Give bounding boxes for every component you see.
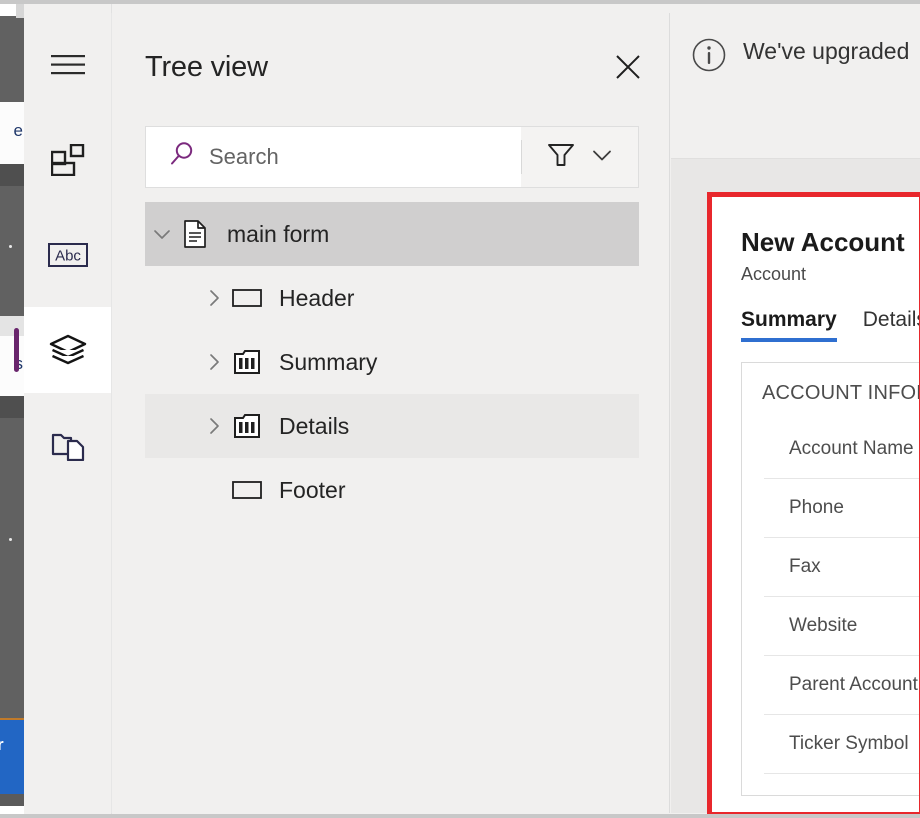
notification-bar: We've upgraded [671, 13, 920, 159]
close-button[interactable] [612, 53, 644, 85]
rail-selection-indicator [14, 328, 19, 372]
form-preview-tabs: Summary Details [741, 309, 919, 342]
form-preview-title: New Account [741, 227, 905, 257]
tree-item-header[interactable]: Header [145, 266, 639, 330]
tree-item-details[interactable]: Details [145, 394, 639, 458]
tree-view-panel: Tree view Search main form Header Summar… [111, 13, 670, 813]
form-document-icon [179, 220, 211, 248]
chevron-down-icon [589, 142, 615, 173]
columns-tab-icon [231, 412, 263, 440]
tree-item-label: Header [279, 284, 355, 311]
tree-item-list: main form Header Summary Details Footer [145, 202, 639, 522]
form-preview-subtitle: Account [741, 264, 807, 284]
section-rectangle-icon [231, 479, 263, 501]
layers-icon [49, 334, 87, 366]
expand-chevron-right-icon[interactable] [197, 415, 231, 437]
section-heading: ACCOUNT INFOR [762, 382, 920, 404]
designer-left-rail: Abc [14, 4, 112, 814]
abc-text-icon: Abc [47, 241, 88, 269]
rail-item-pages[interactable] [24, 403, 111, 489]
folder-page-icon [51, 431, 85, 461]
field-label: Website [789, 615, 858, 636]
tab-details[interactable]: Details [863, 309, 919, 342]
info-circle-icon [691, 37, 727, 78]
expand-chevron-right-icon[interactable] [197, 351, 231, 373]
rail-item-text[interactable]: Abc [24, 212, 111, 298]
search-and-filter-bar: Search [145, 126, 639, 188]
columns-tab-icon [231, 348, 263, 376]
tab-summary[interactable]: Summary [741, 309, 837, 342]
search-icon [169, 141, 196, 173]
tree-item-label: main form [227, 220, 330, 247]
filter-funnel-icon [546, 140, 576, 175]
tree-item-main-form[interactable]: main form [145, 202, 639, 266]
form-designer-screen: e s r [0, 0, 920, 818]
form-canvas-region: We've upgraded New Account Account Summa… [671, 13, 920, 814]
section-rectangle-icon [231, 287, 263, 309]
close-icon [613, 52, 643, 87]
components-grid-icon [50, 144, 85, 176]
field-label: Phone [789, 497, 844, 518]
search-placeholder: Search [209, 144, 279, 169]
field-label: Fax [789, 556, 821, 577]
tree-item-summary[interactable]: Summary [145, 330, 639, 394]
search-input[interactable]: Search [146, 127, 521, 187]
field-row[interactable]: Fax [742, 537, 919, 596]
notification-text: We've upgraded [743, 38, 910, 64]
field-label: Ticker Symbol [789, 733, 909, 754]
tree-item-label: Footer [279, 476, 346, 503]
account-information-section: ACCOUNT INFOR Account Name Phone Fax Web… [741, 362, 920, 796]
rail-item-components[interactable] [24, 117, 111, 203]
rail-item-tree-view[interactable] [14, 307, 111, 393]
form-preview-highlight: New Account Account Summary Details ACCO… [707, 192, 920, 814]
rail-item-menu[interactable] [24, 22, 111, 108]
field-row[interactable]: Parent Account [742, 655, 919, 714]
page-title: Tree view [145, 51, 268, 83]
expand-chevron-down-icon[interactable] [145, 223, 179, 245]
field-label: Account Name [789, 438, 914, 459]
svg-text:Abc: Abc [55, 248, 81, 265]
field-list: Account Name Phone Fax Website Parent Ac… [742, 419, 919, 812]
field-row[interactable]: Phone [742, 478, 919, 537]
tree-item-footer[interactable]: Footer [145, 458, 639, 522]
tree-item-label: Summary [279, 348, 378, 375]
field-label: Parent Account [789, 674, 918, 695]
field-row[interactable]: Ticker Symbol [742, 714, 919, 773]
tree-view-header: Tree view [112, 13, 669, 113]
tree-item-label: Details [279, 412, 350, 439]
field-row[interactable]: Website [742, 596, 919, 655]
hamburger-menu-icon [50, 52, 86, 78]
expand-chevron-right-icon[interactable] [197, 287, 231, 309]
field-list-end-divider [742, 773, 919, 812]
background-app-strip: e s r [0, 4, 24, 814]
filter-button[interactable] [522, 127, 638, 187]
field-row[interactable]: Account Name [742, 419, 919, 478]
